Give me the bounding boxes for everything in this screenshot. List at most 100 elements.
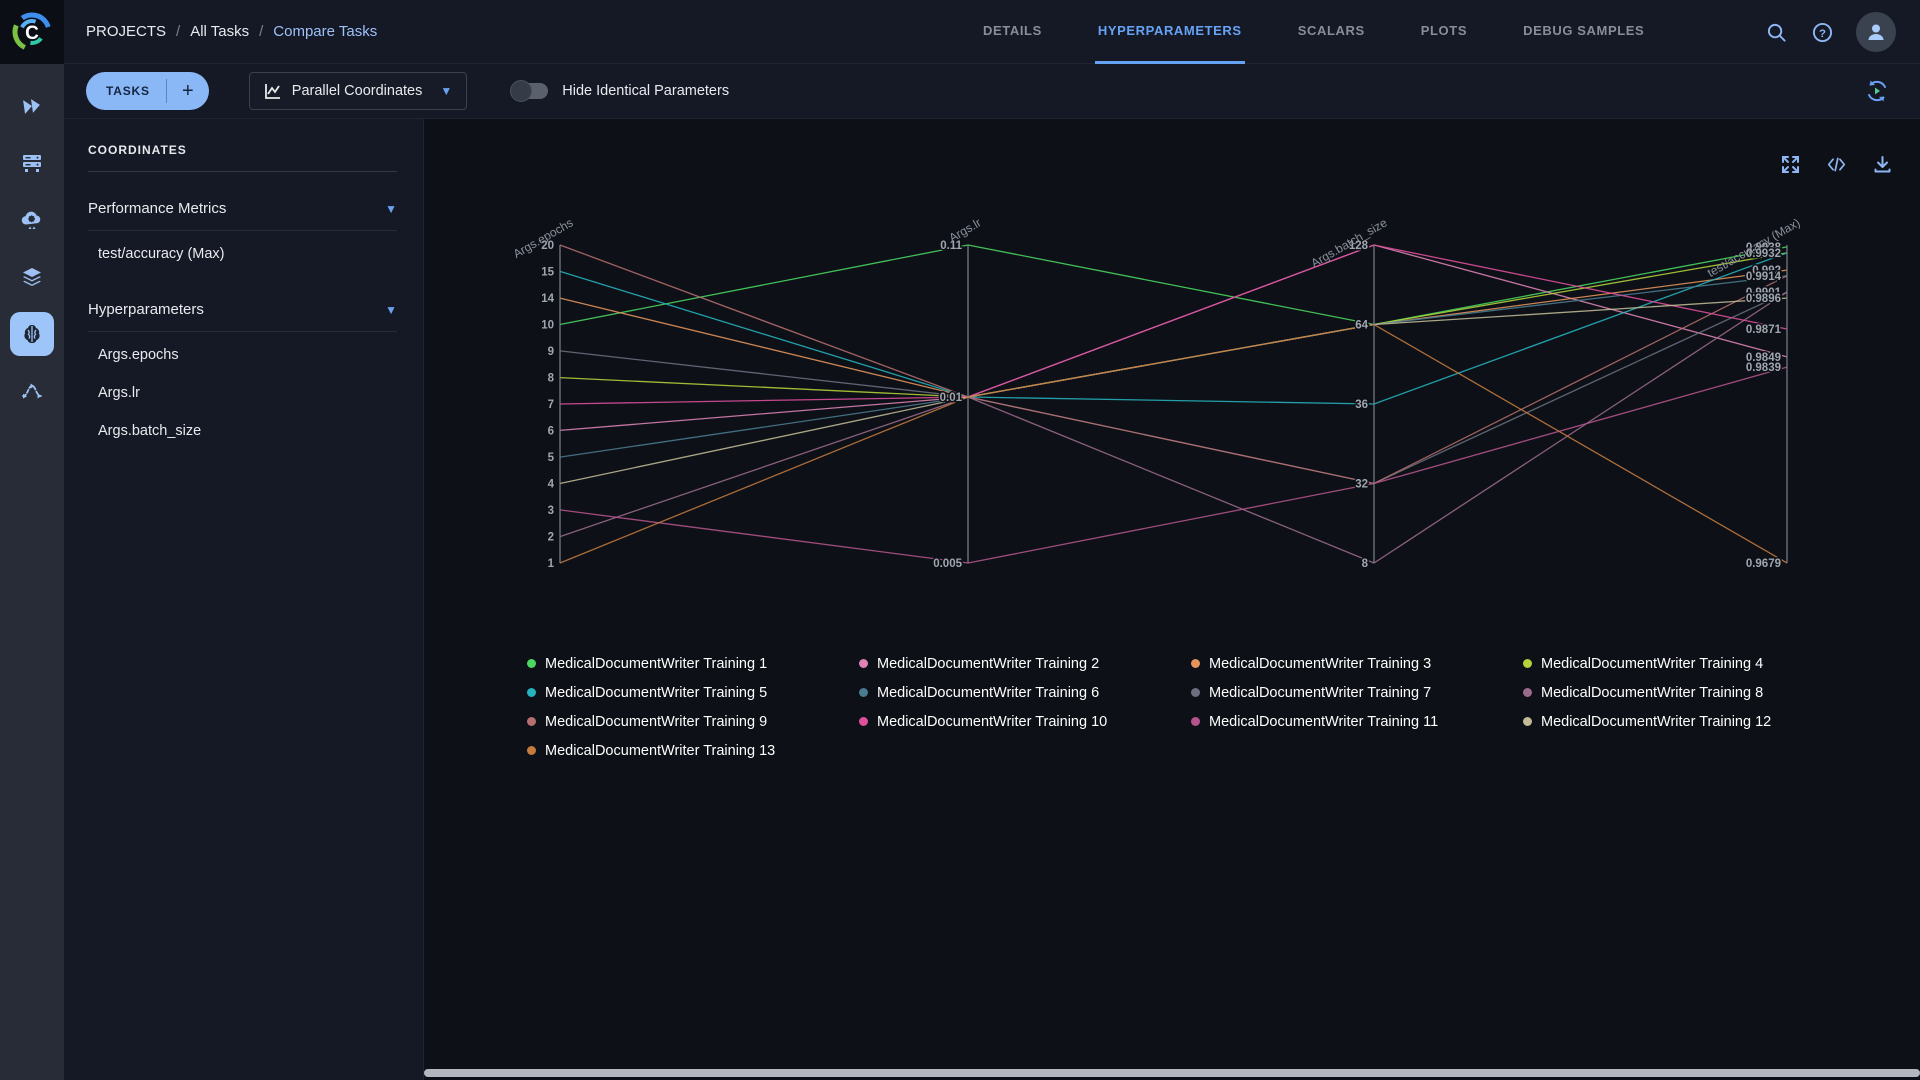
tick-label: 8: [548, 373, 555, 385]
clearml-logo[interactable]: C: [0, 0, 64, 64]
legend-color-dot: [1191, 659, 1200, 668]
legend-item-training-7[interactable]: MedicalDocumentWriter Training 7: [1191, 685, 1523, 701]
tick-label: 8: [1362, 558, 1369, 570]
section-header-hyperparameters[interactable]: Hyperparameters▼: [88, 301, 397, 318]
tick-label: 15: [541, 266, 554, 278]
add-task-button[interactable]: +: [167, 80, 209, 103]
fast-forward-icon: [18, 92, 45, 119]
view-type-dropdown[interactable]: Parallel Coordinates ▼: [249, 72, 467, 110]
tick-label: 64: [1355, 320, 1368, 332]
legend-item-training-12[interactable]: MedicalDocumentWriter Training 12: [1523, 714, 1855, 730]
tick-label: 1: [548, 558, 555, 570]
coordinates-divider: [88, 171, 397, 172]
legend-label: MedicalDocumentWriter Training 8: [1541, 685, 1763, 701]
legend-item-training-3[interactable]: MedicalDocumentWriter Training 3: [1191, 656, 1523, 672]
chevron-down-icon: ▼: [422, 84, 452, 98]
run-line: [560, 325, 1787, 564]
rail-nav-brain[interactable]: [10, 312, 54, 356]
app-header: PROJECTS/All Tasks/Compare Tasks DETAILS…: [64, 0, 1920, 64]
tab-plots[interactable]: PLOTS: [1418, 0, 1470, 64]
tick-label: 0.01: [940, 392, 963, 404]
tick-label: 32: [1355, 479, 1368, 491]
horizontal-scrollbar[interactable]: [424, 1069, 1920, 1077]
toolbar: TASKS + Parallel Coordinates ▼ Hide Iden…: [64, 64, 1920, 119]
tab-scalars[interactable]: SCALARS: [1295, 0, 1368, 64]
section-label: Performance Metrics: [88, 200, 226, 217]
legend-label: MedicalDocumentWriter Training 7: [1209, 685, 1431, 701]
rail-nav-layers[interactable]: [10, 255, 54, 299]
run-line: [560, 245, 1787, 430]
tick-label: 9: [548, 346, 554, 358]
help-icon[interactable]: ?: [1810, 20, 1834, 44]
cloud-gear-icon: [20, 208, 44, 232]
legend-item-training-13[interactable]: MedicalDocumentWriter Training 13: [527, 743, 859, 759]
legend-label: MedicalDocumentWriter Training 4: [1541, 656, 1763, 672]
coordinate-item-args-lr[interactable]: Args.lr: [88, 374, 397, 412]
legend-label: MedicalDocumentWriter Training 1: [545, 656, 767, 672]
run-line: [560, 245, 1787, 484]
breadcrumb: PROJECTS/All Tasks/Compare Tasks: [64, 23, 377, 40]
section-divider: [88, 331, 397, 332]
legend-color-dot: [859, 659, 868, 668]
legend-item-training-2[interactable]: MedicalDocumentWriter Training 2: [859, 656, 1191, 672]
chart-line-icon: [264, 82, 282, 100]
legend-item-training-4[interactable]: MedicalDocumentWriter Training 4: [1523, 656, 1855, 672]
legend-color-dot: [1523, 688, 1532, 697]
pipeline-icon: [20, 379, 44, 403]
clearml-logo-icon: C: [10, 10, 54, 54]
parallel-coordinates-panel: 20151410987654321Args.epochs0.110.010.00…: [424, 119, 1920, 1066]
tick-label: 0.9896: [1746, 293, 1781, 305]
search-icon[interactable]: [1764, 20, 1788, 44]
server-rack-icon: [20, 151, 44, 175]
axis-title-batch_size: Args.batch_size: [1309, 215, 1390, 270]
tick-label: 14: [541, 293, 554, 305]
tick-label: 36: [1355, 399, 1368, 411]
profile-avatar[interactable]: [1856, 12, 1896, 52]
chevron-down-icon: ▼: [385, 202, 397, 216]
legend-color-dot: [527, 688, 536, 697]
tick-label: 7: [548, 399, 554, 411]
legend-label: MedicalDocumentWriter Training 6: [877, 685, 1099, 701]
breadcrumb-all-tasks[interactable]: All Tasks: [190, 23, 249, 40]
tasks-button-label[interactable]: TASKS: [86, 84, 166, 98]
rail-nav-fast-forward[interactable]: [10, 84, 54, 128]
legend-color-dot: [527, 717, 536, 726]
hide-identical-toggle[interactable]: [512, 83, 548, 99]
legend-label: MedicalDocumentWriter Training 12: [1541, 714, 1771, 730]
legend-label: MedicalDocumentWriter Training 3: [1209, 656, 1431, 672]
tick-label: 6: [548, 425, 554, 437]
tab-details[interactable]: DETAILS: [980, 0, 1045, 64]
legend-color-dot: [1191, 688, 1200, 697]
legend-item-training-10[interactable]: MedicalDocumentWriter Training 10: [859, 714, 1191, 730]
legend-label: MedicalDocumentWriter Training 9: [545, 714, 767, 730]
section-header-performance-metrics[interactable]: Performance Metrics ▼: [88, 200, 397, 217]
rail-nav-pipeline[interactable]: [10, 369, 54, 413]
section-divider: [88, 230, 397, 231]
legend-color-dot: [1191, 717, 1200, 726]
section-items: test/accuracy (Max): [88, 235, 397, 273]
rail-nav-server-rack[interactable]: [10, 141, 54, 185]
run-line: [560, 298, 1787, 483]
svg-text:?: ?: [1819, 27, 1826, 39]
toggle-knob: [510, 80, 532, 102]
tab-debug-samples[interactable]: DEBUG SAMPLES: [1520, 0, 1647, 64]
tick-label: 0.9839: [1746, 362, 1781, 374]
coordinate-item-test-accuracy-max-[interactable]: test/accuracy (Max): [88, 235, 397, 273]
legend-item-training-1[interactable]: MedicalDocumentWriter Training 1: [527, 656, 859, 672]
legend-label: MedicalDocumentWriter Training 5: [545, 685, 767, 701]
auto-refresh-icon[interactable]: [1864, 78, 1890, 104]
tasks-selector[interactable]: TASKS +: [86, 72, 209, 110]
legend-item-training-11[interactable]: MedicalDocumentWriter Training 11: [1191, 714, 1523, 730]
legend-item-training-5[interactable]: MedicalDocumentWriter Training 5: [527, 685, 859, 701]
tab-hyperparameters[interactable]: HYPERPARAMETERS: [1095, 0, 1245, 64]
breadcrumb-projects[interactable]: PROJECTS: [86, 23, 166, 40]
breadcrumb-compare-tasks[interactable]: Compare Tasks: [273, 23, 377, 40]
section-label: Hyperparameters: [88, 301, 204, 318]
run-line: [560, 367, 1787, 563]
rail-nav-cloud-gear[interactable]: [10, 198, 54, 242]
legend-item-training-6[interactable]: MedicalDocumentWriter Training 6: [859, 685, 1191, 701]
legend-item-training-8[interactable]: MedicalDocumentWriter Training 8: [1523, 685, 1855, 701]
coordinate-item-args-batch-size[interactable]: Args.batch_size: [88, 412, 397, 450]
coordinate-item-args-epochs[interactable]: Args.epochs: [88, 336, 397, 374]
legend-item-training-9[interactable]: MedicalDocumentWriter Training 9: [527, 714, 859, 730]
